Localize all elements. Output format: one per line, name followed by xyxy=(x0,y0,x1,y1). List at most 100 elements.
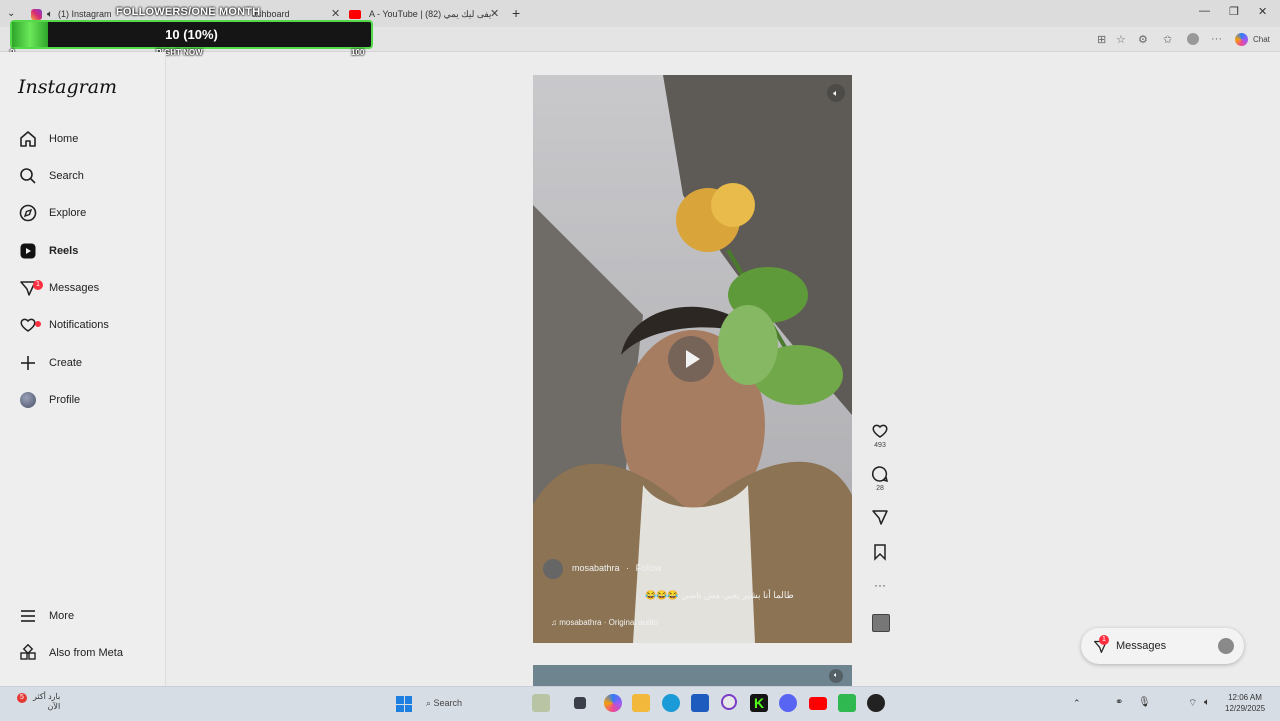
followers-progress-bar: 10 (10%) xyxy=(10,20,373,49)
windows-start-icon[interactable] xyxy=(396,696,412,712)
like-action[interactable]: 493 xyxy=(868,422,892,449)
nav-explore[interactable]: Explore xyxy=(14,198,164,228)
split-screen-icon[interactable]: ⊞ xyxy=(1097,33,1106,46)
like-count: 493 xyxy=(874,442,886,449)
task-view-icon[interactable] xyxy=(574,697,586,709)
chat-label[interactable]: Chat xyxy=(1253,35,1270,44)
kick-icon[interactable]: K xyxy=(750,694,768,712)
nav-profile[interactable]: Profile xyxy=(14,385,164,415)
save-action[interactable] xyxy=(868,543,892,563)
follow-button[interactable]: Follow xyxy=(636,563,662,573)
comment-action[interactable]: 28 xyxy=(868,465,892,492)
nav-label: Explore xyxy=(49,207,87,219)
copilot-icon[interactable] xyxy=(1235,33,1248,46)
nav-label: Create xyxy=(49,357,83,369)
weather-temp[interactable]: 5 xyxy=(17,693,27,703)
restore-icon[interactable]: ❐ xyxy=(1229,5,1239,18)
home-icon xyxy=(18,129,38,149)
progress-value: 10 (10%) xyxy=(165,27,218,42)
network-icon[interactable]: ⚭ xyxy=(1115,697,1123,708)
file-explorer-icon[interactable] xyxy=(632,694,650,712)
app-icon[interactable] xyxy=(721,694,737,710)
widgets-icon[interactable] xyxy=(532,694,550,712)
volume-icon[interactable]: 🔈︎ xyxy=(829,669,843,683)
copilot-icon[interactable] xyxy=(604,694,622,712)
extension-icon[interactable]: ⚙ xyxy=(1138,33,1148,46)
search-icon: ⌕ xyxy=(426,698,434,708)
favorites-icon[interactable]: ✩ xyxy=(1163,33,1172,46)
tab-label: A - YouTube | يفى ليك يمي (82) xyxy=(369,8,492,19)
app-icon[interactable] xyxy=(838,694,856,712)
more-options-icon[interactable]: ··· xyxy=(868,578,892,592)
volume-icon[interactable]: 🔈︎ xyxy=(1204,697,1210,708)
messages-pill[interactable]: 1 Messages xyxy=(1081,628,1244,664)
new-tab-button[interactable]: + xyxy=(512,5,520,21)
nav-label: Messages xyxy=(49,282,100,294)
nav-label: Notifications xyxy=(49,319,109,331)
clock-date: 12/29/2025 xyxy=(1225,704,1266,713)
messages-badge: 1 xyxy=(33,280,43,290)
overlay-title: FOLLOWERS/ONE MONTH xyxy=(116,6,261,18)
close-window-icon[interactable]: ✕ xyxy=(1258,5,1267,18)
audio-thumbnail[interactable] xyxy=(872,614,890,632)
chevron-up-icon[interactable]: ⌃ xyxy=(1073,698,1081,709)
nav-reels[interactable]: Reels xyxy=(14,236,164,266)
favorite-star-icon[interactable]: ☆ xyxy=(1116,33,1126,46)
next-reel-preview[interactable]: 🔈︎ xyxy=(533,665,852,686)
share-icon xyxy=(872,510,888,525)
reel-audio[interactable]: ♫ mosabathra · Original audio xyxy=(551,618,658,627)
nav-label: Home xyxy=(49,133,79,145)
nav-create[interactable]: Create xyxy=(14,348,164,378)
avatar-icon xyxy=(18,390,38,410)
clock[interactable]: 12:06 AM 12/29/2025 xyxy=(1225,692,1265,714)
tab-label: (1) Instagram xyxy=(58,9,112,19)
instagram-logo[interactable]: Instagram xyxy=(18,76,117,98)
youtube-icon xyxy=(349,9,361,19)
nav-more[interactable]: More xyxy=(14,601,164,631)
nav-label: More xyxy=(49,610,75,622)
more-options-icon[interactable]: ··· xyxy=(1211,33,1222,45)
meta-apps-icon xyxy=(18,643,38,663)
nav-home[interactable]: Home xyxy=(14,124,164,154)
edge-icon[interactable] xyxy=(662,694,680,712)
nav-messages[interactable]: 1 Messages xyxy=(14,273,164,303)
play-button[interactable] xyxy=(668,336,714,382)
instagram-icon xyxy=(31,8,42,20)
reel-author: mosabathra · Follow xyxy=(572,563,662,573)
close-tab-icon[interactable]: ✕ xyxy=(490,7,499,20)
tab-list-chevron-icon[interactable]: ⌄ xyxy=(7,8,15,19)
youtube-icon[interactable] xyxy=(809,697,827,710)
minimize-icon[interactable]: — xyxy=(1199,5,1210,17)
avatar xyxy=(1218,638,1234,654)
nav-notifications[interactable]: Notifications xyxy=(14,310,164,340)
comment-icon xyxy=(871,466,889,483)
volume-icon[interactable]: 🔈︎ xyxy=(827,84,845,102)
messages-icon: 1 xyxy=(1093,634,1109,654)
play-icon xyxy=(686,350,700,368)
messages-badge: 1 xyxy=(1099,634,1109,645)
store-icon[interactable] xyxy=(691,694,709,712)
taskbar-search-label: Search xyxy=(433,698,463,708)
discord-icon[interactable] xyxy=(779,694,797,712)
speaker-icon[interactable]: 🔈︎ xyxy=(47,9,53,20)
taskbar-search[interactable]: ⌕ Search xyxy=(426,698,462,709)
reels-icon xyxy=(18,241,38,261)
plus-icon xyxy=(18,353,38,373)
nav-also-from-meta[interactable]: Also from Meta xyxy=(14,638,164,668)
app-icon[interactable] xyxy=(867,694,885,712)
share-action[interactable] xyxy=(868,508,892,528)
reel-caption: طالما أنا بشير يعني مش ناسي 😂😂😂 xyxy=(645,590,794,600)
music-note-icon: ♫ xyxy=(551,618,560,627)
reel-author-avatar[interactable] xyxy=(543,559,563,579)
audio-label: mosabathra · Original audio xyxy=(559,618,658,627)
weather-widget[interactable]: بارد أكثر الآن xyxy=(33,692,60,712)
nav-search[interactable]: Search xyxy=(14,161,164,191)
messages-icon: 1 xyxy=(18,278,43,298)
wifi-icon[interactable]: ⌔ xyxy=(1188,697,1197,710)
comment-count: 28 xyxy=(876,485,884,492)
profile-avatar[interactable] xyxy=(1187,33,1199,45)
microphone-icon[interactable]: 🎙︎ xyxy=(1138,697,1151,708)
reel-username[interactable]: mosabathra xyxy=(572,563,620,573)
close-tab-icon[interactable]: ✕ xyxy=(331,7,340,20)
nav-label: Reels xyxy=(49,245,79,257)
